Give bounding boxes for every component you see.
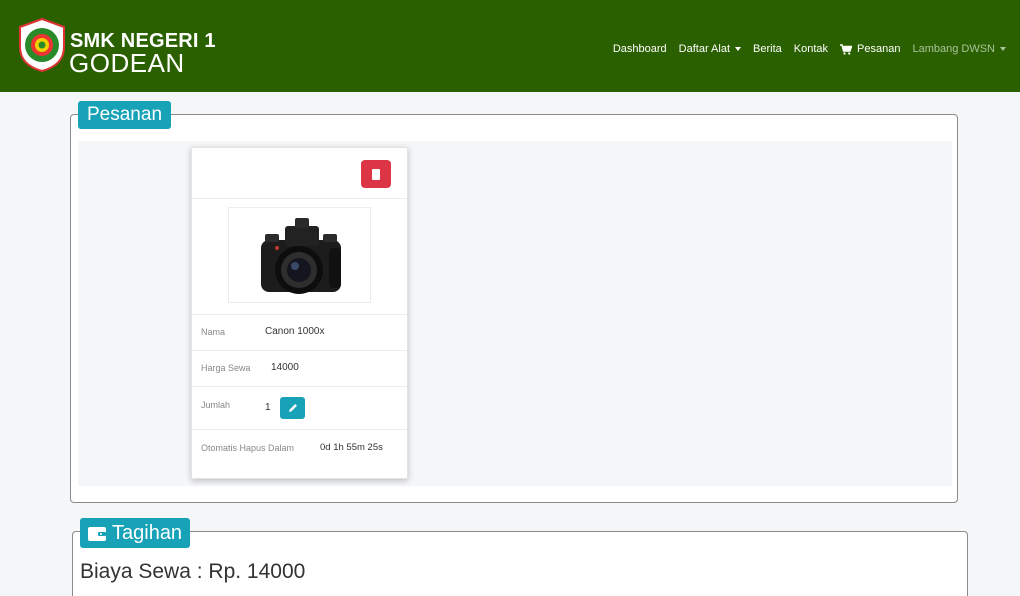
brand-line-2[interactable]: GODEAN [69,48,185,79]
nav-pesanan-label: Pesanan [857,43,901,55]
delete-button[interactable] [361,160,391,188]
trash-icon [372,168,380,180]
pencil-icon [288,404,297,412]
nav-berita[interactable]: Berita [753,43,782,55]
nav-daftar-alat-dropdown[interactable]: Daftar Alat [678,43,742,55]
nav-dashboard-label: Dashboard [612,43,667,55]
caret-down-icon [735,47,742,51]
main-nav: Dashboard Daftar Alat Berita Kontak Pesa… [613,43,1006,55]
harga-label: Harga Sewa [201,363,251,373]
school-logo-icon[interactable] [18,17,66,73]
hapus-label: Otomatis Hapus Dalam [201,443,295,453]
nav-daftar-alat-label: Daftar Alat [678,43,731,55]
edit-quantity-button[interactable] [280,397,305,419]
tagihan-legend: Tagihan [80,518,191,548]
harga-value: 14000 [271,362,299,373]
nama-label: Nama [201,327,226,337]
user-dropdown[interactable]: Lambang DWSN [912,43,1006,55]
nama-value: Canon 1000x [265,326,325,337]
user-name: Lambang DWSN [912,43,995,55]
pesanan-legend: Pesanan [78,101,172,129]
wallet-icon [88,526,106,541]
cart-icon [840,43,853,55]
nav-pesanan[interactable]: Pesanan [840,43,900,55]
pesanan-legend-label: Pesanan [87,104,163,125]
nav-dashboard[interactable]: Dashboard [613,43,667,55]
product-image [228,207,371,303]
navbar: SMK NEGERI 1 GODEAN Dashboard Daftar Ala… [0,0,1020,92]
jumlah-label: Jumlah [201,400,231,410]
tagihan-legend-label: Tagihan [112,521,183,544]
nav-kontak-label: Kontak [793,43,829,55]
order-item-card: Nama Canon 1000x Harga Sewa 14000 Jumlah… [191,147,408,479]
camera-icon [261,218,341,294]
nav-kontak[interactable]: Kontak [794,43,828,55]
caret-down-icon [1000,47,1006,51]
countdown-value: 0d 1h 55m 25s [320,442,383,453]
biaya-sewa-total: Biaya Sewa : Rp. 14000 [80,560,306,583]
jumlah-value: 1 [265,402,271,413]
nav-berita-label: Berita [753,43,782,55]
